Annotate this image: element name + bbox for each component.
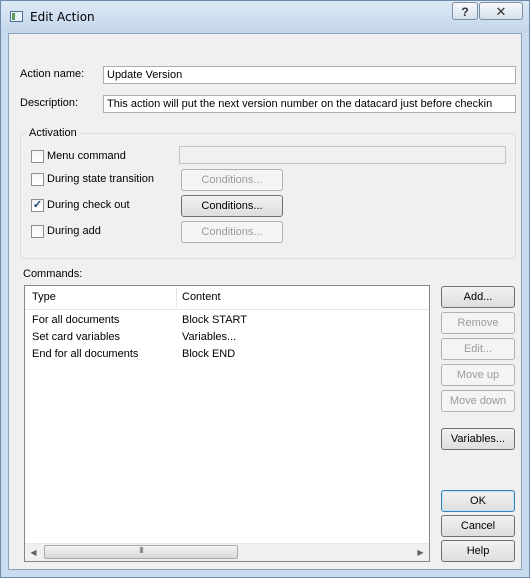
title-bar[interactable]: Edit Action ? ✕ xyxy=(1,1,529,33)
during-add-label: During add xyxy=(47,225,101,237)
description-input[interactable]: This action will put the next version nu… xyxy=(103,95,516,113)
variables-button[interactable]: Variables... xyxy=(441,428,515,450)
row-type: For all documents xyxy=(32,314,120,326)
check-out-conditions-button[interactable]: Conditions... xyxy=(181,195,283,217)
state-transition-conditions-button: Conditions... xyxy=(181,169,283,191)
edit-action-dialog: Edit Action ? ✕ Action name: Update Vers… xyxy=(0,0,530,578)
add-button[interactable]: Add... xyxy=(441,286,515,308)
row-content: Block END xyxy=(182,348,236,360)
table-row[interactable]: End for all documents Block END xyxy=(25,346,429,363)
question-icon: ? xyxy=(461,5,469,19)
window-title: Edit Action xyxy=(30,10,95,24)
row-content: Block START xyxy=(182,314,247,326)
commands-list[interactable]: Type Content For all documents Block STA… xyxy=(24,285,430,562)
menu-command-label: Menu command xyxy=(47,150,126,162)
state-transition-checkbox[interactable] xyxy=(31,173,44,186)
horizontal-scrollbar[interactable]: ◀ III ▶ xyxy=(25,543,429,561)
scroll-right-icon[interactable]: ▶ xyxy=(412,544,429,561)
row-type: End for all documents xyxy=(32,348,139,360)
state-transition-label: During state transition xyxy=(47,173,154,185)
menu-command-checkbox[interactable] xyxy=(31,150,44,163)
table-row[interactable]: For all documents Block START xyxy=(25,312,429,329)
during-add-checkbox[interactable] xyxy=(31,225,44,238)
dialog-body: Action name: Update Version Description:… xyxy=(8,33,522,570)
column-header-content[interactable]: Content xyxy=(177,286,377,309)
scrollbar-thumb[interactable]: III xyxy=(44,545,238,559)
activation-group-title: Activation xyxy=(26,127,80,139)
close-icon: ✕ xyxy=(495,4,507,19)
column-header-type[interactable]: Type xyxy=(27,286,177,309)
help-title-button[interactable]: ? xyxy=(452,2,478,20)
app-icon xyxy=(10,11,23,22)
help-button[interactable]: Help xyxy=(441,540,515,562)
table-row[interactable]: Set card variables Variables... xyxy=(25,329,429,346)
close-button[interactable]: ✕ xyxy=(479,2,523,20)
row-content: Variables... xyxy=(182,331,237,343)
cancel-button[interactable]: Cancel xyxy=(441,515,515,537)
check-out-label: During check out xyxy=(47,199,130,211)
action-name-label: Action name: xyxy=(20,68,85,80)
menu-command-input xyxy=(179,146,506,164)
move-down-button: Move down xyxy=(441,390,515,412)
row-type: Set card variables xyxy=(32,331,121,343)
check-mark-icon: ✓ xyxy=(32,199,43,211)
scroll-left-icon[interactable]: ◀ xyxy=(25,544,42,561)
check-out-checkbox[interactable]: ✓ xyxy=(31,199,44,212)
edit-button: Edit... xyxy=(441,338,515,360)
during-add-conditions-button: Conditions... xyxy=(181,221,283,243)
description-label: Description: xyxy=(20,97,79,109)
remove-button: Remove xyxy=(441,312,515,334)
move-up-button: Move up xyxy=(441,364,515,386)
action-name-input[interactable]: Update Version xyxy=(103,66,516,84)
ok-button[interactable]: OK xyxy=(441,490,515,512)
commands-list-header: Type Content xyxy=(25,286,429,310)
commands-label: Commands: xyxy=(23,268,83,280)
